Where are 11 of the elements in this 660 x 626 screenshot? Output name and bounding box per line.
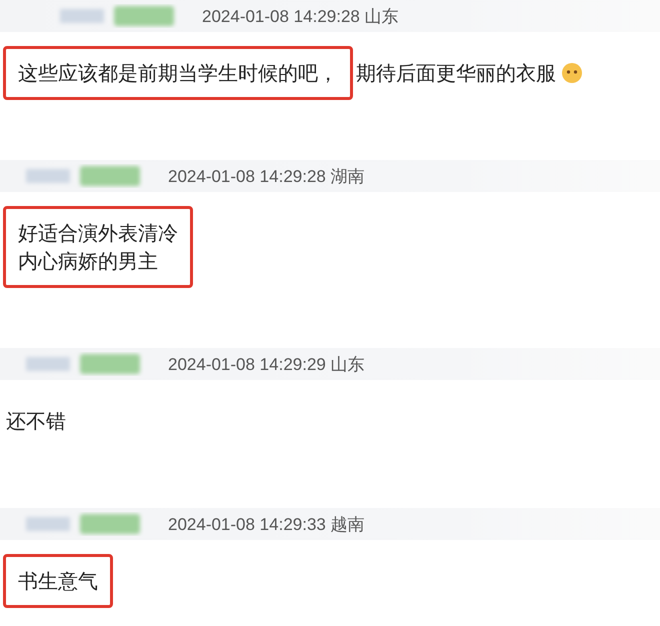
comment-text: 内心病娇的男主 [18, 248, 159, 275]
comment-text: 期待后面更华丽的衣服 [356, 60, 556, 87]
comment-text: 这些应该都是前期当学生时候的吧， [18, 60, 338, 87]
comment-text: 书生意气 [18, 568, 98, 595]
comment-meta: 2024-01-08 14:29:29 山东 [168, 354, 365, 376]
comment-text: 好适合演外表清冷 [18, 220, 178, 247]
comment-meta: 2024-01-08 14:29:33 越南 [168, 514, 365, 536]
emoji-icon [561, 62, 583, 84]
comment-meta: 2024-01-08 14:29:28 山东 [202, 6, 399, 28]
comment-meta: 2024-01-08 14:29:28 湖南 [168, 166, 365, 188]
comment-text: 还不错 [6, 408, 66, 435]
